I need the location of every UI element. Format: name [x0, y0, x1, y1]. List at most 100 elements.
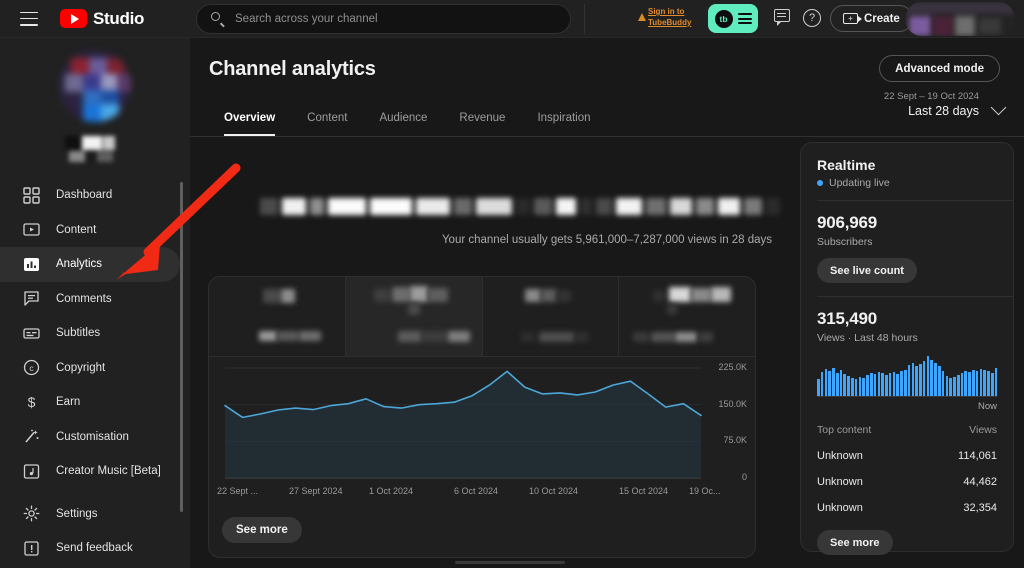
- views-line-chart[interactable]: 0 75.0K 150.0K 225.0K 22 Sept ... 27 Sept 20…: [209, 358, 755, 508]
- studio-logo[interactable]: Studio: [60, 9, 144, 29]
- realtime-status: Updating live: [817, 177, 997, 189]
- chart-x-tick: 22 Sept ...: [217, 486, 259, 496]
- advanced-mode-button[interactable]: Advanced mode: [879, 55, 1000, 82]
- realtime-title: Realtime: [817, 157, 876, 173]
- chart-y-tick: 0: [741, 472, 747, 482]
- content-video-icon: [20, 219, 42, 241]
- sidebar-item-label: Dashboard: [56, 189, 113, 202]
- help-circle-icon[interactable]: ?: [803, 9, 823, 29]
- chart-x-tick: 6 Oct 2024: [454, 486, 499, 496]
- row-views: 114,061: [958, 450, 997, 462]
- signin-line2: TubeBuddy: [648, 18, 692, 27]
- tabs-divider: [190, 136, 1024, 137]
- create-label: Create: [864, 12, 900, 25]
- create-button[interactable]: + Create: [830, 5, 913, 32]
- sidebar-item-content[interactable]: Content: [0, 213, 180, 248]
- svg-text:c: c: [29, 363, 34, 373]
- table-row[interactable]: Unknown 44,462: [817, 476, 997, 488]
- sparkline-bar: [817, 378, 820, 396]
- sidebar-item-comments[interactable]: Comments: [0, 282, 180, 317]
- sparkline-bar: [858, 376, 862, 396]
- see-live-count-button[interactable]: See live count: [817, 258, 917, 283]
- sidebar-item-label: Subtitles: [56, 327, 101, 340]
- realtime-card: Realtime Updating live 906,969 Subscribe…: [800, 142, 1014, 555]
- tab-audience[interactable]: Audience: [363, 100, 443, 136]
- top-content-header: Top content: [817, 424, 872, 436]
- tubebuddy-signin-link[interactable]: Sign in to TubeBuddy: [638, 6, 704, 28]
- metric-tile-3[interactable]: [483, 277, 620, 356]
- table-row[interactable]: Unknown 114,061: [817, 450, 997, 462]
- sidebar-item-send-feedback[interactable]: Send feedback: [0, 531, 180, 566]
- tab-overview[interactable]: Overview: [208, 100, 291, 136]
- sidebar-item-creator-music[interactable]: Creator Music [Beta]: [0, 454, 180, 489]
- dollar-icon: $: [20, 391, 42, 413]
- subscribers-count: 906,969: [817, 213, 878, 232]
- sparkline-bar: [854, 378, 858, 396]
- sparkline-bar: [862, 377, 865, 396]
- sparkline-bar: [885, 375, 888, 396]
- metric-tile-4[interactable]: [619, 277, 755, 356]
- sparkline-bar: [930, 359, 934, 396]
- tubebuddy-button[interactable]: tb: [708, 4, 758, 33]
- magic-wand-icon: [20, 426, 42, 448]
- tab-inspiration[interactable]: Inspiration: [521, 100, 606, 136]
- sparkline-bar: [934, 363, 937, 396]
- sidebar-nav: Dashboard Content Analytics Comments Sub…: [0, 178, 190, 566]
- chart-x-tick: 19 Oc...: [689, 486, 721, 496]
- metric-tile-2[interactable]: [345, 277, 483, 356]
- sidebar-item-earn[interactable]: $ Earn: [0, 385, 180, 420]
- top-content-header-row: Top content Views: [817, 424, 997, 436]
- sidebar-item-label: Creator Music [Beta]: [56, 465, 161, 478]
- copyright-icon: c: [20, 357, 42, 379]
- bottom-scrollbar[interactable]: [455, 561, 565, 564]
- sparkline-bar: [866, 375, 869, 396]
- sparkline-bar: [892, 372, 896, 396]
- comment-icon[interactable]: [774, 9, 794, 29]
- date-range-selector[interactable]: 22 Sept – 19 Oct 2024 Last 28 days: [884, 90, 1007, 119]
- music-note-icon: [20, 460, 42, 482]
- search-input[interactable]: [235, 13, 556, 25]
- chevron-down-icon: [990, 99, 1007, 116]
- metric-tiles: [209, 277, 755, 357]
- search-bar[interactable]: [196, 4, 571, 34]
- tab-revenue[interactable]: Revenue: [443, 100, 521, 136]
- sidebar-item-subtitles[interactable]: Subtitles: [0, 316, 180, 351]
- sidebar-item-copyright[interactable]: c Copyright: [0, 351, 180, 386]
- sparkline-bar: [941, 370, 945, 396]
- sidebar-item-label: Content: [56, 223, 97, 236]
- sparkline-bar: [926, 356, 930, 396]
- sidebar-item-analytics[interactable]: Analytics: [0, 247, 180, 282]
- table-row[interactable]: Unknown 32,354: [817, 502, 997, 514]
- sparkline-bar: [956, 375, 960, 396]
- row-views: 32,354: [963, 502, 997, 514]
- sparkline-bar: [983, 369, 986, 396]
- subscribers-label: Subscribers: [817, 236, 873, 248]
- sparkline-bar: [907, 365, 911, 396]
- sparkline-bar: [903, 369, 907, 396]
- avatar[interactable]: [905, 2, 1015, 36]
- hamburger-icon[interactable]: [20, 11, 38, 26]
- sidebar-item-settings[interactable]: Settings: [0, 497, 180, 532]
- chart-x-tick: 27 Sept 2024: [289, 486, 343, 496]
- tab-content[interactable]: Content: [291, 100, 363, 136]
- sidebar-item-dashboard[interactable]: Dashboard: [0, 178, 180, 213]
- video-plus-icon: +: [843, 13, 862, 24]
- chart-y-tick: 150.0K: [718, 398, 747, 409]
- metric-summary-chips-blurred: [260, 198, 780, 215]
- sparkline-bar: [915, 366, 918, 396]
- see-more-realtime-button[interactable]: See more: [817, 530, 893, 555]
- tubebuddy-logo-icon: tb: [714, 9, 733, 28]
- metric-tile-1[interactable]: [209, 277, 346, 356]
- sparkline-bar: [896, 374, 899, 396]
- divider: [817, 200, 1013, 201]
- see-more-chart-button[interactable]: See more: [222, 517, 302, 543]
- views-label: Views · Last 48 hours: [817, 332, 918, 344]
- sidebar-scrollbar[interactable]: [180, 182, 183, 512]
- sparkline-bar: [843, 374, 847, 396]
- chart-x-tick: 1 Oct 2024: [369, 486, 414, 496]
- search-icon: [211, 12, 225, 27]
- channel-avatar[interactable]: [59, 50, 131, 122]
- sidebar-item-customisation[interactable]: Customisation: [0, 420, 180, 455]
- sparkline-bar: [987, 371, 990, 396]
- views-header: Views: [969, 424, 997, 436]
